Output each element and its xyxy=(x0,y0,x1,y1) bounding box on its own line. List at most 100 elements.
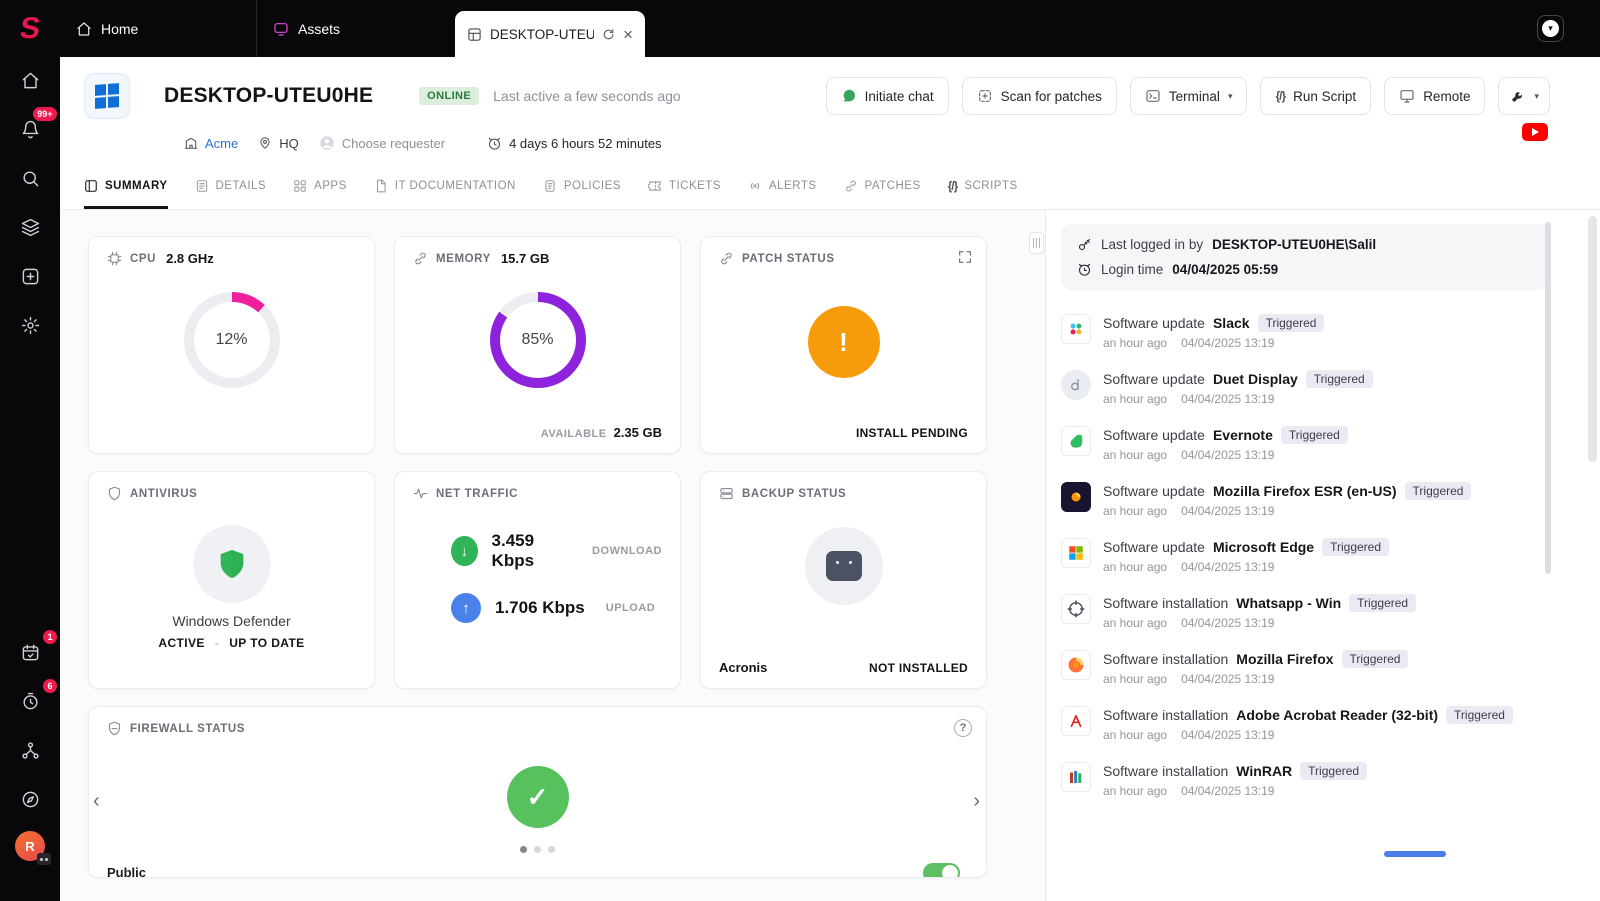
tab-alerts[interactable]: ALERTS xyxy=(748,165,817,209)
calendar-icon xyxy=(22,644,38,660)
nav-home[interactable]: Home xyxy=(60,0,256,57)
choose-requester[interactable]: Choose requester xyxy=(319,135,445,151)
evernote-icon xyxy=(1061,426,1091,456)
activity-row[interactable]: Software installation Mozilla Firefox Trig… xyxy=(1061,640,1548,696)
activity-row[interactable]: Software installation Whatsapp - Win Trigg… xyxy=(1061,584,1548,640)
home-icon xyxy=(22,72,38,88)
hierarchy-icon xyxy=(21,741,39,759)
search-icon xyxy=(22,170,38,186)
refresh-tab-icon[interactable] xyxy=(602,28,615,41)
carousel-dot[interactable] xyxy=(548,846,555,853)
code-icon: {/} xyxy=(947,178,959,193)
scan-for-patches-button[interactable]: Scan for patches xyxy=(961,77,1117,115)
activity-row[interactable]: Software installation Adobe Acrobat Reade… xyxy=(1061,696,1548,752)
triggered-badge: Triggered xyxy=(1404,482,1472,500)
asset-tab[interactable]: DESKTOP-UTEU... × xyxy=(455,11,645,57)
video-help-button[interactable] xyxy=(1522,123,1548,141)
timer-icon xyxy=(22,692,38,709)
sidebar-search-button[interactable] xyxy=(12,161,48,195)
tab-it-documentation[interactable]: IT DOCUMENTATION xyxy=(374,165,516,209)
plus-square-icon xyxy=(22,268,38,284)
sidebar-settings-button[interactable] xyxy=(12,308,48,342)
site-item[interactable]: HQ xyxy=(258,136,299,151)
terminal-button[interactable]: Terminal ▾ xyxy=(1129,77,1248,115)
home-icon xyxy=(77,21,91,36)
winrar-icon xyxy=(1061,762,1091,792)
expand-icon[interactable] xyxy=(957,249,973,265)
activity-row[interactable]: Software update Evernote Triggered an hour… xyxy=(1061,416,1548,472)
download-label: DOWNLOAD xyxy=(592,545,662,557)
triggered-badge: Triggered xyxy=(1280,426,1348,444)
activity-list: Software update Slack Triggered an hour ag… xyxy=(1061,304,1548,808)
sidebar-org-button[interactable] xyxy=(12,733,48,767)
cpu-percent-value: 12% xyxy=(193,302,270,378)
user-avatar[interactable]: R xyxy=(15,831,51,865)
close-tab-icon[interactable]: × xyxy=(623,26,633,43)
last-active-text: Last active a few seconds ago xyxy=(493,88,681,104)
tab-policies[interactable]: POLICIES xyxy=(543,165,621,209)
scan-icon xyxy=(978,90,991,102)
activity-row[interactable]: Software update Microsoft Edge Triggered a… xyxy=(1061,528,1548,584)
tab-details[interactable]: DETAILS xyxy=(195,165,267,209)
firewall-toggle[interactable] xyxy=(923,863,960,877)
carousel-dot[interactable] xyxy=(534,846,541,853)
main-content: DESKTOP-UTEU0HE ONLINE Last active a few… xyxy=(60,57,1600,901)
backup-product: Acronis xyxy=(719,660,768,675)
sidebar-explore-button[interactable] xyxy=(12,782,48,816)
topbar-account-button[interactable]: ▾ xyxy=(1537,15,1564,42)
memory-card: MEMORY 15.7 GB 85% AVAILABLE 2.35 GB xyxy=(394,236,681,454)
memory-donut-chart: 85% xyxy=(489,292,586,388)
triggered-badge: Triggered xyxy=(1305,370,1373,388)
cpu-chip-icon xyxy=(107,251,122,266)
sidebar-modules-button[interactable] xyxy=(12,210,48,244)
superops-logo[interactable]: S xyxy=(0,0,60,57)
carousel-dot[interactable] xyxy=(520,846,527,853)
link-icon xyxy=(845,180,856,191)
firewall-profile-label: Public xyxy=(107,865,147,878)
tab-tickets[interactable]: TICKETS xyxy=(647,165,721,209)
tab-summary[interactable]: SUMMARY xyxy=(84,165,168,209)
triggered-badge: Triggered xyxy=(1341,650,1409,668)
nav-assets-label: Assets xyxy=(298,20,341,37)
sidebar-tasks-button[interactable]: 1 xyxy=(12,630,57,669)
initiate-chat-button[interactable]: Initiate chat xyxy=(825,77,949,115)
carousel-dots xyxy=(107,846,968,853)
remote-button[interactable]: Remote xyxy=(1384,77,1486,115)
cards-grid: CPU 2.8 GHz 12% MEMORY 15.7 GB 85% AVAIL… xyxy=(88,236,1045,689)
tools-dropdown-button[interactable]: ▾ xyxy=(1498,77,1550,115)
panel-resize-handle[interactable] xyxy=(1029,232,1044,254)
tab-patches[interactable]: PATCHES xyxy=(844,165,921,209)
code-icon: {/} xyxy=(1275,89,1286,103)
adobe-acrobat-icon xyxy=(1061,706,1091,736)
gear-icon xyxy=(21,316,39,334)
bell-icon xyxy=(22,120,38,138)
activity-row[interactable]: Software update Mozilla Firefox ESR (en-U… xyxy=(1061,472,1548,528)
activity-row[interactable]: Software installation WinRAR Triggered an … xyxy=(1061,752,1548,808)
sidebar-notifications-button[interactable]: 99+ xyxy=(12,107,57,146)
activity-scrollbar[interactable] xyxy=(1545,222,1551,574)
tab-scripts[interactable]: {/} SCRIPTS xyxy=(948,165,1018,209)
sidebar-home-button[interactable] xyxy=(12,63,48,97)
antivirus-shield-indicator xyxy=(192,525,271,603)
sidebar-create-button[interactable] xyxy=(12,259,48,293)
help-icon[interactable]: ? xyxy=(954,719,972,737)
compass-icon xyxy=(22,791,38,807)
run-script-button[interactable]: {/} Run Script xyxy=(1260,77,1372,115)
page-scrollbar[interactable] xyxy=(1588,216,1597,462)
patch-status-text: INSTALL PENDING xyxy=(855,426,968,440)
client-link[interactable]: Acme xyxy=(184,136,238,151)
cpu-card-header: CPU 2.8 GHz xyxy=(107,251,356,266)
tab-apps[interactable]: APPS xyxy=(293,165,347,209)
carousel-prev-arrow[interactable]: ‹ xyxy=(93,791,100,811)
sidebar-timer-button[interactable]: 6 xyxy=(12,679,57,718)
upload-row: ↑ 1.706 Kbps UPLOAD xyxy=(451,593,662,623)
person-icon xyxy=(320,136,334,150)
activity-row[interactable]: Software update Duet Display Triggered an … xyxy=(1061,360,1548,416)
carousel-next-arrow[interactable]: › xyxy=(973,791,980,811)
triggered-badge: Triggered xyxy=(1257,314,1325,332)
memory-card-header: MEMORY 15.7 GB xyxy=(413,251,662,266)
triggered-badge: Triggered xyxy=(1349,594,1417,612)
nav-assets[interactable]: Assets xyxy=(257,0,455,57)
activity-row[interactable]: Software update Slack Triggered an hour ag… xyxy=(1061,304,1548,360)
